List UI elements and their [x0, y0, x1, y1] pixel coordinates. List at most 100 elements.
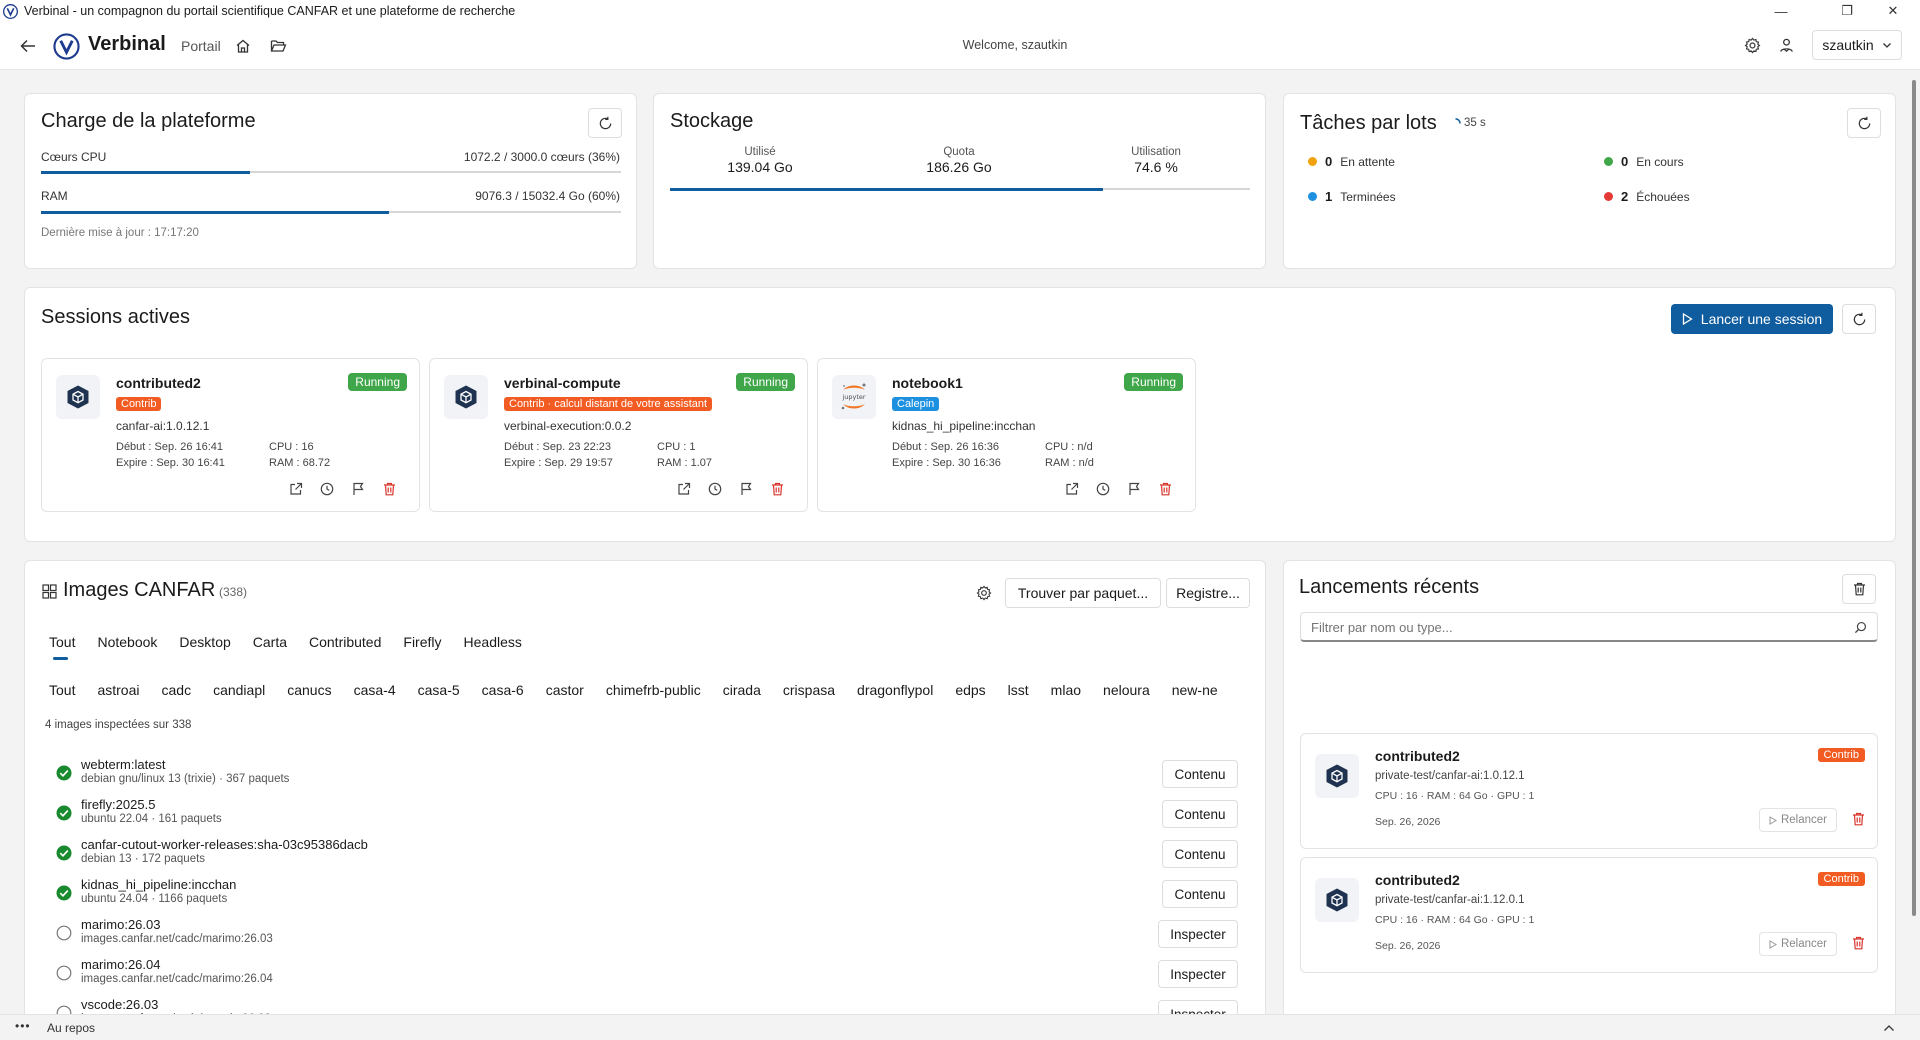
project-tab-17[interactable]: new-ne [1172, 682, 1218, 698]
restore-button[interactable]: ❐ [1824, 0, 1870, 22]
project-tab-16[interactable]: neloura [1103, 682, 1150, 698]
cpu-value: 1072.2 / 3000.0 cœurs (36%) [463, 150, 620, 164]
image-project-tabs: Tout astroai cadc candiapl canucs casa-4 casa-… [49, 682, 1251, 698]
flag-session-button[interactable] [347, 478, 369, 500]
type-tab-4[interactable]: Contributed [309, 634, 381, 650]
window-title-bar: Verbinal - un compagnon du portail scien… [0, 0, 1920, 22]
extend-session-button[interactable] [1092, 478, 1114, 500]
settings-button[interactable] [1741, 34, 1763, 56]
project-tab-4[interactable]: canucs [287, 682, 331, 698]
delete-session-button[interactable] [766, 478, 788, 500]
clear-recent-button[interactable] [1842, 574, 1876, 604]
project-tab-13[interactable]: edps [955, 682, 985, 698]
images-settings-button[interactable] [972, 581, 996, 605]
image-details: ubuntu 24.04 · 1166 paquets [81, 893, 228, 905]
session-ram: RAM : 68.72 [269, 457, 331, 469]
type-tab-1[interactable]: Notebook [97, 634, 157, 650]
recent-filter-input[interactable] [1311, 618, 1831, 636]
refresh-load-button[interactable] [588, 108, 622, 138]
project-tab-12[interactable]: dragonflypol [857, 682, 933, 698]
flag-session-button[interactable] [1123, 478, 1145, 500]
breadcrumb-portail[interactable]: Portail [181, 38, 221, 54]
minimize-button[interactable]: — [1758, 0, 1804, 22]
batch-timer: 35 s [1450, 117, 1486, 129]
project-tab-11[interactable]: crispasa [783, 682, 835, 698]
project-tab-8[interactable]: castor [546, 682, 584, 698]
flag-icon [741, 482, 752, 495]
more-options-button[interactable]: ••• [15, 1019, 31, 1033]
home-button[interactable] [233, 36, 253, 56]
project-tab-14[interactable]: lsst [1008, 682, 1029, 698]
session-image: kidnas_hi_pipeline:incchan [892, 419, 1036, 433]
open-session-button[interactable] [285, 478, 307, 500]
user-menu-button[interactable]: szautkin [1812, 30, 1902, 60]
project-tab-3[interactable]: candiapl [213, 682, 265, 698]
delete-session-button[interactable] [1154, 478, 1176, 500]
session-card-contributed2[interactable]: contributed2 Running Contrib canfar-ai:1… [41, 358, 420, 512]
project-tab-2[interactable]: cadc [162, 682, 192, 698]
flag-session-button[interactable] [735, 478, 757, 500]
project-tab-15[interactable]: mlao [1051, 682, 1081, 698]
close-window-button[interactable]: ✕ [1870, 0, 1916, 22]
batch-jobs-card: Tâches par lots 35 s 0 En attente 0 En c… [1283, 93, 1896, 269]
refresh-sessions-button[interactable] [1842, 304, 1876, 334]
launch-session-button[interactable]: Lancer une session [1671, 304, 1833, 334]
trash-icon [1159, 482, 1171, 496]
session-card-verbinal-compute[interactable]: verbinal-compute Running Contrib · calcu… [429, 358, 808, 512]
project-tab-6[interactable]: casa-5 [418, 682, 460, 698]
extend-session-button[interactable] [704, 478, 726, 500]
find-by-package-button[interactable]: Trouver par paquet... [1005, 578, 1161, 608]
delete-recent-icon[interactable] [1852, 812, 1865, 826]
back-button[interactable] [16, 34, 40, 58]
project-tab-9[interactable]: chimefrb-public [606, 682, 701, 698]
type-tab-3[interactable]: Carta [253, 634, 287, 650]
relaunch-button[interactable]: Relancer [1759, 932, 1837, 956]
type-tab-0[interactable]: Tout [49, 634, 75, 660]
image-action-button[interactable]: Contenu [1162, 760, 1238, 788]
page-scrollbar[interactable] [1912, 80, 1916, 916]
delete-session-button[interactable] [378, 478, 400, 500]
type-tab-6[interactable]: Headless [464, 634, 522, 650]
registry-button[interactable]: Registre... [1166, 578, 1250, 608]
image-action-button[interactable]: Contenu [1162, 840, 1238, 868]
open-external-icon [290, 482, 303, 495]
extend-session-button[interactable] [316, 478, 338, 500]
recent-launch-card[interactable]: contributed2 Contrib private-test/canfar-a… [1300, 733, 1878, 849]
refresh-batch-button[interactable] [1847, 108, 1881, 138]
cpu-bar-fill [41, 170, 250, 174]
recent-filter-field[interactable] [1300, 612, 1878, 642]
image-action-button[interactable]: Inspecter [1158, 960, 1238, 988]
cube-icon [455, 385, 477, 409]
session-card-notebook1[interactable]: jupyter notebook1 Running Calepin kidnas… [817, 358, 1196, 512]
project-tab-7[interactable]: casa-6 [482, 682, 524, 698]
image-action-button[interactable]: Contenu [1162, 800, 1238, 828]
type-tab-2[interactable]: Desktop [179, 634, 230, 650]
project-tab-5[interactable]: casa-4 [354, 682, 396, 698]
image-action-button[interactable]: Inspecter [1158, 920, 1238, 948]
project-tab-1[interactable]: astroai [97, 682, 139, 698]
recent-launch-card[interactable]: contributed2 Contrib private-test/canfar-a… [1300, 857, 1878, 973]
window-title: Verbinal - un compagnon du portail scien… [24, 4, 516, 18]
storage-usage-label: Utilisation [1131, 146, 1181, 158]
relaunch-button[interactable]: Relancer [1759, 808, 1837, 832]
project-tab-10[interactable]: cirada [723, 682, 761, 698]
assistant-button[interactable] [1775, 34, 1797, 56]
delete-recent-icon[interactable] [1852, 936, 1865, 950]
files-button[interactable] [268, 36, 288, 56]
open-session-button[interactable] [1061, 478, 1083, 500]
session-tag: Contrib · calcul distant de votre assist… [504, 397, 713, 411]
app-logo-icon [3, 3, 18, 19]
gear-icon [1744, 36, 1760, 54]
image-action-button[interactable]: Contenu [1162, 880, 1238, 908]
batch-failed: 2 Échouées [1604, 189, 1690, 204]
type-tab-5[interactable]: Firefly [403, 634, 441, 650]
chevron-up-icon[interactable] [1883, 1023, 1895, 1033]
session-cpu: CPU : n/d [1045, 441, 1093, 453]
open-session-button[interactable] [673, 478, 695, 500]
check-circle-icon [56, 805, 72, 821]
image-type-tabs: Tout Notebook Desktop Carta Contributed Firef… [49, 634, 544, 660]
flag-icon [1129, 482, 1140, 495]
project-tab-0[interactable]: Tout [49, 682, 75, 698]
home-icon [236, 39, 250, 53]
session-logo: jupyter [832, 375, 876, 419]
